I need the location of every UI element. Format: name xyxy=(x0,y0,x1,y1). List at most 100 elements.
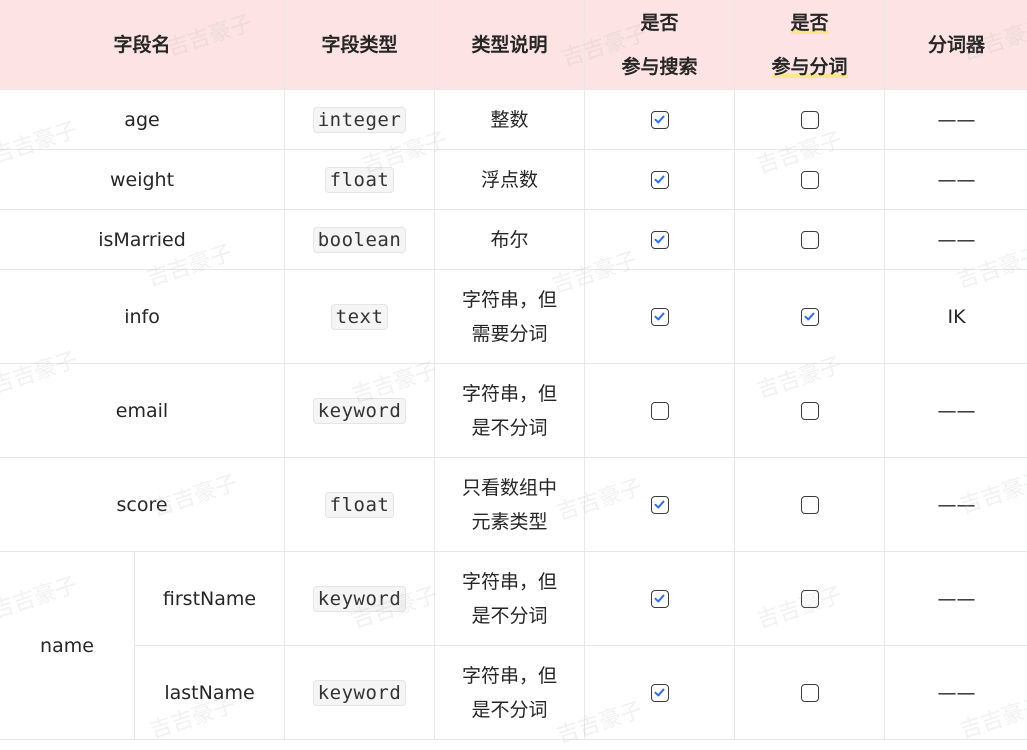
subfield-name: firstName xyxy=(162,587,257,610)
field-name: isMarried xyxy=(98,228,186,251)
field-type-code: boolean xyxy=(312,226,407,253)
analyzer-value: —— xyxy=(937,681,976,704)
analyzer-cell: —— xyxy=(884,363,1027,458)
tokenized-cell xyxy=(734,551,886,646)
field-type-code: keyword xyxy=(312,397,407,424)
sub-firstName-tokenized-checkbox[interactable] xyxy=(800,590,819,608)
type-desc: 只看数组中元素类型 xyxy=(462,476,558,533)
tokenized-cell xyxy=(734,209,886,270)
analyzer-cell: IK xyxy=(884,269,1027,364)
table-row: lastName keyword 字符串，但是不分词 —— xyxy=(0,645,1027,740)
type-desc-cell: 字符串，但是不分词 xyxy=(434,363,586,458)
searchable-cell xyxy=(584,551,736,646)
searchable-cell xyxy=(584,89,736,150)
field-name: age xyxy=(124,108,160,131)
analyzer-value: —— xyxy=(937,493,976,516)
field-type-cell: keyword xyxy=(284,551,436,646)
searchable-cell xyxy=(584,209,736,270)
field-name-cell: score xyxy=(0,457,286,552)
header-row: 字段名 字段类型 类型说明 是否 参与搜索 是否 参与分词 分词器 xyxy=(0,0,1027,90)
row-info-tokenized-checkbox[interactable] xyxy=(800,308,819,326)
row-info-searchable-checkbox[interactable] xyxy=(650,308,669,326)
tokenized-cell xyxy=(734,645,886,740)
checkmark-icon xyxy=(654,235,665,244)
analyzer-cell: —— xyxy=(884,209,1027,270)
analyzer-value: —— xyxy=(937,587,976,610)
table-row: weight float 浮点数 —— xyxy=(0,149,1027,210)
header-searchable-line2: 参与搜索 xyxy=(621,55,698,78)
row-score-searchable-checkbox[interactable] xyxy=(650,496,669,514)
header-type-desc: 类型说明 xyxy=(434,0,586,90)
row-weight-searchable-checkbox[interactable] xyxy=(650,171,669,189)
subfield-name-cell: firstName xyxy=(133,551,286,646)
type-desc: 浮点数 xyxy=(481,168,539,191)
checkmark-icon xyxy=(654,312,665,321)
analyzer-value: IK xyxy=(947,305,966,328)
searchable-cell xyxy=(584,149,736,210)
analyzer-cell: —— xyxy=(884,645,1027,740)
field-type-cell: keyword xyxy=(284,363,436,458)
table-row: isMarried boolean 布尔 —— xyxy=(0,209,1027,270)
sub-lastName-searchable-checkbox[interactable] xyxy=(650,684,669,702)
row-email-searchable-checkbox[interactable] xyxy=(650,402,669,420)
type-desc: 字符串，但是不分词 xyxy=(462,382,558,439)
row-score-tokenized-checkbox[interactable] xyxy=(800,496,819,514)
header-field-type: 字段类型 xyxy=(284,0,436,90)
field-type-code: float xyxy=(324,166,395,193)
tokenized-cell xyxy=(734,269,886,364)
checkmark-icon xyxy=(654,500,665,509)
type-desc-cell: 布尔 xyxy=(434,209,586,270)
field-type-cell: float xyxy=(284,457,436,552)
type-desc: 布尔 xyxy=(490,228,529,251)
table-row: score float 只看数组中元素类型 —— xyxy=(0,457,1027,552)
field-type-code: text xyxy=(330,303,389,330)
row-isMarried-searchable-checkbox[interactable] xyxy=(650,231,669,249)
field-name-cell: isMarried xyxy=(0,209,286,270)
field-name-cell: email xyxy=(0,363,286,458)
header-field-name: 字段名 xyxy=(0,0,286,90)
field-mapping-table: 字段名 字段类型 类型说明 是否 参与搜索 是否 参与分词 分词器 age int… xyxy=(0,0,1027,740)
header-tokenized: 是否 参与分词 xyxy=(734,0,886,90)
searchable-cell xyxy=(584,645,736,740)
analyzer-value: —— xyxy=(937,228,976,251)
field-name: email xyxy=(115,399,169,422)
field-name-cell: info xyxy=(0,269,286,364)
row-age-tokenized-checkbox[interactable] xyxy=(800,111,819,129)
field-name-cell: age xyxy=(0,89,286,150)
checkmark-icon xyxy=(804,312,815,321)
type-desc: 字符串，但是不分词 xyxy=(462,664,558,721)
type-desc: 整数 xyxy=(490,108,529,131)
row-isMarried-tokenized-checkbox[interactable] xyxy=(800,231,819,249)
row-age-searchable-checkbox[interactable] xyxy=(650,111,669,129)
table-row: email keyword 字符串，但是不分词 —— xyxy=(0,363,1027,458)
field-type-code: keyword xyxy=(312,679,407,706)
header-searchable-line1: 是否 xyxy=(640,11,679,34)
header-analyzer: 分词器 xyxy=(884,0,1027,90)
tokenized-cell xyxy=(734,363,886,458)
tokenized-cell xyxy=(734,89,886,150)
analyzer-cell: —— xyxy=(884,551,1027,646)
searchable-cell xyxy=(584,269,736,364)
field-type-cell: integer xyxy=(284,89,436,150)
type-desc-cell: 字符串，但是不分词 xyxy=(434,645,586,740)
analyzer-value: —— xyxy=(937,399,976,422)
row-email-tokenized-checkbox[interactable] xyxy=(800,402,819,420)
tokenized-cell xyxy=(734,457,886,552)
subfield-name: lastName xyxy=(164,681,255,704)
analyzer-cell: —— xyxy=(884,149,1027,210)
field-type-cell: boolean xyxy=(284,209,436,270)
sub-lastName-tokenized-checkbox[interactable] xyxy=(800,684,819,702)
analyzer-cell: —— xyxy=(884,457,1027,552)
tokenized-cell xyxy=(734,149,886,210)
group-name: name xyxy=(40,634,94,657)
field-name: weight xyxy=(109,168,175,191)
sub-firstName-searchable-checkbox[interactable] xyxy=(650,590,669,608)
table-row: name firstName keyword 字符串，但是不分词 —— xyxy=(0,551,1027,740)
checkmark-icon xyxy=(654,115,665,124)
header-tokenized-line2: 参与分词 xyxy=(771,55,848,78)
group-name-cell: name xyxy=(0,551,135,740)
header-tokenized-line1: 是否 xyxy=(790,11,829,34)
header-searchable: 是否 参与搜索 xyxy=(584,0,736,90)
row-weight-tokenized-checkbox[interactable] xyxy=(800,171,819,189)
field-name: info xyxy=(124,305,160,328)
